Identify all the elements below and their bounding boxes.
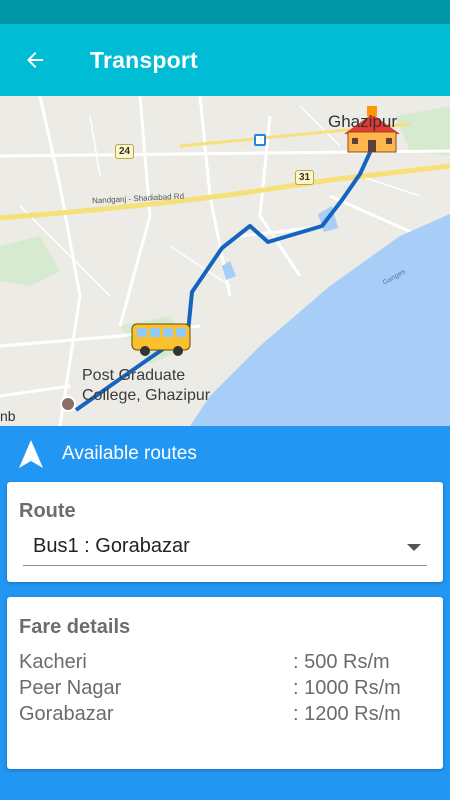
map-canvas: [0, 96, 450, 426]
college-pin-icon[interactable]: [60, 396, 76, 412]
fare-stop: Kacheri: [19, 651, 87, 673]
college-label: Post Graduate College, Ghazipur: [82, 367, 211, 404]
route-title: Route: [19, 500, 76, 522]
route-card: Route Bus1 : Gorabazar: [7, 482, 443, 582]
fare-row: Kacheri : 500 Rs/m: [19, 651, 439, 677]
fare-price: : 500 Rs/m: [293, 651, 390, 673]
fare-row: Gorabazar : 1200 Rs/m: [19, 703, 439, 729]
available-routes-label: Available routes: [62, 443, 197, 464]
fare-title: Fare details: [19, 616, 131, 638]
fare-price: : 1200 Rs/m: [293, 703, 401, 725]
app-bar: Transport: [0, 24, 450, 96]
fare-card: Fare details Kacheri : 500 Rs/m Peer Nag…: [7, 597, 443, 769]
edge-place-label: nb: [0, 408, 16, 424]
route-dropdown[interactable]: Bus1 : Gorabazar: [23, 532, 427, 566]
chevron-down-icon: [407, 544, 421, 551]
navigation-arrow-icon: [0, 439, 62, 469]
available-routes-header: Available routes: [0, 426, 450, 482]
back-button[interactable]: [0, 24, 70, 96]
fare-stop: Peer Nagar: [19, 677, 122, 699]
fare-row: Peer Nagar : 1000 Rs/m: [19, 677, 439, 703]
fare-price: : 1000 Rs/m: [293, 677, 401, 699]
highway-31-badge: 31: [295, 170, 315, 185]
route-map[interactable]: 24 31 Ghazipur Nandganj - Shadiabad Rd G…: [0, 96, 450, 426]
bus-stop-icon: [254, 134, 266, 146]
arrow-left-icon: [27, 52, 43, 68]
fare-stop: Gorabazar: [19, 703, 114, 725]
selected-route: Bus1 : Gorabazar: [33, 535, 190, 557]
city-label: Ghazipur: [328, 112, 397, 131]
status-bar: [0, 0, 450, 24]
page-title: Transport: [90, 46, 198, 73]
highway-24-badge: 24: [115, 144, 135, 159]
